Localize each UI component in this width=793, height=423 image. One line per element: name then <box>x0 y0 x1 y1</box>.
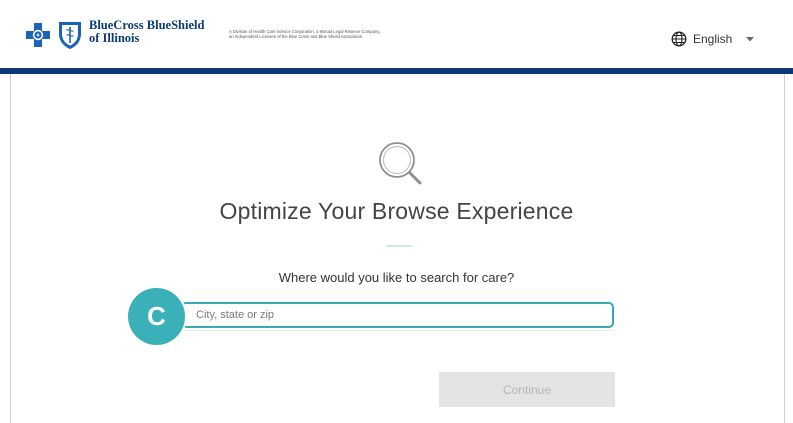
brand-name: BlueCross BlueShield of Illinois <box>89 19 204 45</box>
disclaimer-line2: an Independent Licensee of the Blue Cros… <box>229 34 363 40</box>
header-accent-bar <box>0 68 793 74</box>
chevron-down-icon <box>746 36 755 41</box>
blueshield-logo-icon[interactable] <box>58 20 82 50</box>
brand-name-line2: of Illinois <box>89 31 140 45</box>
corporate-disclaimer: A Division of Health Care Service Corpor… <box>229 29 429 39</box>
search-prompt: Where would you like to search for care? <box>278 270 515 285</box>
globe-icon <box>671 31 687 47</box>
page-title: Optimize Your Browse Experience <box>219 198 574 224</box>
input-underline <box>181 328 614 331</box>
content-border-right <box>784 74 785 423</box>
title-divider <box>386 245 412 247</box>
location-search-input[interactable] <box>181 302 614 328</box>
site-header: BlueCross BlueShield of Illinois A Divis… <box>0 0 793 68</box>
search-icon <box>379 142 422 185</box>
language-selector[interactable]: English <box>671 29 755 49</box>
step-badge: C <box>128 288 185 345</box>
content-border-left <box>10 74 11 423</box>
continue-button[interactable]: Continue <box>439 372 615 407</box>
language-label: English <box>693 32 733 46</box>
bluecross-logo-icon[interactable] <box>26 23 50 47</box>
